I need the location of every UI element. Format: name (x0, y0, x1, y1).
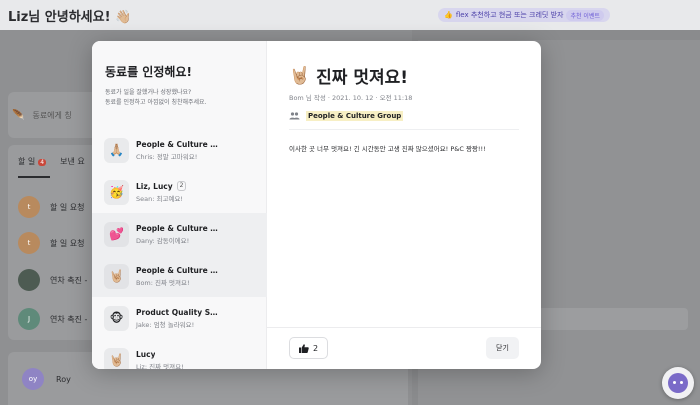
feed-post-author: oy Roy (22, 368, 71, 390)
footer-divider (267, 327, 541, 328)
praise-list: 🙏🏼 People & Culture ... Chris: 정말 고마워요! … (92, 129, 267, 369)
right-panel-input[interactable] (538, 308, 688, 330)
chatbot-button[interactable] (662, 367, 694, 399)
todo-tabs: 할 일4 보낸 요 (18, 156, 85, 167)
praise-recipient: Product Quality Sq... (136, 307, 218, 317)
praise-list-item-selected[interactable]: 🤘🏼 People & Culture ... Bom: 진짜 멋져요! (92, 255, 267, 297)
rock-hand-icon: 🤘🏼 (289, 65, 311, 86)
praise-emoji-icon: 💕 (104, 221, 129, 247)
praise-list-item[interactable]: 🥳 Liz, Lucy 2 Sean: 최고예요! (92, 171, 267, 213)
praise-body: 이사한 곳 너무 멋져요! 긴 시간동안 고생 진짜 많으셨어요! P&C 짱짱… (289, 145, 486, 153)
feather-icon: 🪶 (12, 109, 25, 121)
praise-preview: Chris: 정말 고마워요! (136, 152, 198, 161)
promo-tag: 추천 이벤트 (566, 9, 604, 21)
list-item[interactable]: J 연차 촉진 - (18, 308, 87, 330)
praise-title-text: 진짜 멋져요! (316, 68, 409, 88)
praise-modal: 동료를 인정해요! 동료가 일을 잘했거나 성장했나요? 동료를 인정하고 아낌… (92, 41, 541, 369)
praise-preview: Jake: 엄청 놀라워요! (136, 320, 195, 329)
group-name: People & Culture Group (306, 111, 404, 121)
praise-meta: Bom 님 작성 · 2021. 10. 12 · 오전 11:18 (289, 94, 413, 102)
praise-emoji-icon: 🙏🏼 (104, 137, 129, 163)
people-icon (289, 112, 300, 120)
praise-preview: Liz: 진짜 멋져요! (136, 362, 184, 370)
praise-preview: Bom: 진짜 멋져요! (136, 278, 190, 287)
like-count: 2 (312, 343, 319, 353)
todo-count-badge: 4 (38, 159, 47, 166)
bot-face-icon (668, 373, 688, 393)
praise-recipient: People & Culture ... (136, 265, 218, 275)
avatar: oy (22, 368, 44, 390)
praise-detail-panel: 🤘🏼 진짜 멋져요! Bom 님 작성 · 2021. 10. 12 · 오전 … (267, 41, 541, 369)
thumbs-up-icon: 👍 (444, 11, 453, 19)
praise-emoji-icon: 🤘🏼 (104, 263, 129, 289)
praise-input-placeholder: 동료에게 칭 (32, 110, 72, 120)
list-item[interactable]: t 할 일 요청 (18, 232, 85, 254)
app-header: Liz님 안녕하세요! 👋🏼 👍 flex 추천하고 현금 또는 크레딧 받자 … (0, 0, 700, 30)
praise-emoji-icon: 🤘🏼 (104, 347, 129, 369)
praise-preview: Sean: 최고예요! (136, 195, 184, 203)
author-name: Roy (56, 374, 71, 384)
modal-title: 동료를 인정해요! (105, 65, 192, 79)
praise-list-panel: 동료를 인정해요! 동료가 일을 잘했거나 성장했나요? 동료를 인정하고 아낌… (92, 41, 267, 369)
divider (289, 129, 519, 130)
thumbs-up-icon (298, 343, 309, 353)
tab-todo[interactable]: 할 일4 (18, 156, 47, 167)
promo-banner[interactable]: 👍 flex 추천하고 현금 또는 크레딧 받자 추천 이벤트 (438, 8, 610, 22)
praise-list-item[interactable]: 🙏🏼 People & Culture ... Chris: 정말 고마워요! (92, 129, 267, 171)
praise-list-item[interactable]: 💕 People & Culture ... Dany: 감동이에요! (92, 213, 267, 255)
greeting-text: Liz님 안녕하세요! 👋🏼 (8, 10, 132, 25)
praise-preview: Dany: 감동이에요! (136, 236, 190, 245)
praise-emoji-icon: 🥳 (104, 179, 129, 205)
list-item[interactable]: t 할 일 요청 (18, 196, 85, 218)
avatar: t (18, 232, 40, 254)
praise-recipient: Lucy (136, 349, 156, 359)
praise-list-item[interactable]: 🤘🏼 Lucy Liz: 진짜 멋져요! (92, 339, 267, 369)
praise-list-item[interactable]: 🐵 Product Quality Sq... Jake: 엄청 놀라워요! (92, 297, 267, 339)
praise-recipient: Liz, Lucy (136, 181, 173, 191)
list-item[interactable]: 연차 촉진 - (18, 269, 87, 291)
tab-sent[interactable]: 보낸 요 (60, 156, 85, 167)
active-tab-underline (18, 176, 50, 178)
close-button[interactable]: 닫기 (486, 337, 519, 359)
praise-title: 🤘🏼 진짜 멋져요! (289, 63, 409, 89)
praise-recipient: People & Culture ... (136, 139, 218, 149)
praise-group: People & Culture Group (289, 111, 404, 121)
avatar (18, 269, 40, 291)
praise-emoji-icon: 🐵 (104, 305, 129, 331)
avatar: t (18, 196, 40, 218)
avatar: J (18, 308, 40, 330)
like-button[interactable]: 2 (289, 337, 328, 359)
recipient-count-badge: 2 (176, 181, 187, 191)
praise-recipient: People & Culture ... (136, 223, 218, 233)
modal-description: 동료가 일을 잘했거나 성장했나요? 동료를 인정하고 아낌없이 칭찬해주세요. (105, 89, 207, 106)
promo-text: flex 추천하고 현금 또는 크레딧 받자 (455, 11, 564, 19)
